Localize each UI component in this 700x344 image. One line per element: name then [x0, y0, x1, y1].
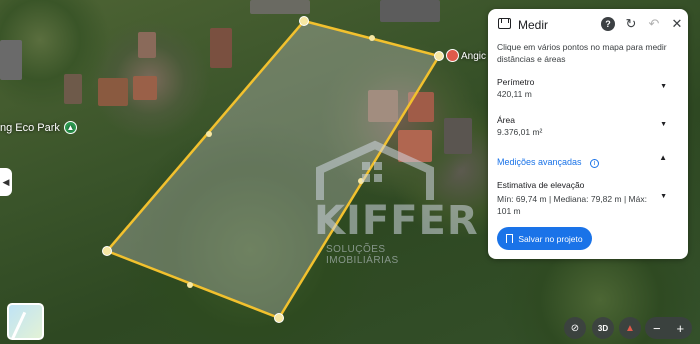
zoom-in-button[interactable]: +: [676, 321, 684, 336]
map-type-thumbnail[interactable]: [7, 303, 44, 340]
elevation-section[interactable]: Estimativa de elevação Mín: 69,74 m | Me…: [497, 180, 679, 217]
undo-icon[interactable]: ↶: [647, 16, 661, 31]
bookmark-icon: [506, 234, 514, 243]
caret-down-icon[interactable]: ▼: [660, 121, 667, 128]
collapse-panel-button[interactable]: ◀: [0, 168, 12, 196]
zoom-controls: − +: [645, 317, 692, 339]
zoom-out-button[interactable]: −: [653, 321, 661, 336]
midpoint-handle[interactable]: [206, 131, 212, 137]
help-icon[interactable]: ?: [601, 17, 615, 31]
measure-panel: Medir ? ↻ ↶ ✕ Clique em vários pontos no…: [488, 9, 688, 259]
refresh-icon[interactable]: ↻: [624, 16, 638, 31]
compass-off-button[interactable]: ⊘: [564, 317, 586, 339]
view-3d-button[interactable]: 3D: [592, 317, 614, 339]
caret-down-icon[interactable]: ▼: [660, 83, 667, 90]
elevation-value: Mín: 69,74 m | Mediana: 79,82 m | Máx: 1…: [497, 194, 647, 216]
place-label[interactable]: Angic: [461, 51, 486, 62]
save-button-label: Salvar no projeto: [518, 233, 583, 244]
compass-button[interactable]: ▲: [619, 317, 641, 339]
perimeter-label: Perímetro: [497, 77, 535, 87]
vertex-handle[interactable]: [102, 246, 112, 256]
place-pin-icon[interactable]: [446, 49, 459, 62]
perimeter-value: 420,11 m: [497, 89, 532, 99]
close-icon[interactable]: ✕: [670, 16, 684, 31]
area-section[interactable]: Área 9.376,01 m² ▼: [497, 115, 679, 137]
caret-down-icon[interactable]: ▼: [660, 193, 667, 200]
vertex-handle[interactable]: [434, 51, 444, 61]
compass-disabled-icon: ⊘: [570, 322, 580, 334]
ruler-icon: [498, 18, 511, 29]
panel-header: Medir ? ↻ ↶ ✕: [488, 9, 688, 41]
park-label-text: ng Eco Park: [0, 121, 60, 134]
chevron-up-icon[interactable]: ▲: [659, 153, 667, 162]
advanced-measurements-toggle[interactable]: Medições avançadas i ▲: [497, 152, 679, 170]
view-3d-label: 3D: [597, 323, 609, 333]
elevation-label: Estimativa de elevação: [497, 180, 585, 190]
area-outline[interactable]: [104, 19, 441, 320]
perimeter-section[interactable]: Perímetro 420,11 m ▼: [497, 77, 679, 99]
advanced-measurements-label: Medições avançadas: [497, 157, 582, 167]
panel-title: Medir: [518, 18, 549, 32]
midpoint-handle[interactable]: [187, 282, 193, 288]
save-to-project-button[interactable]: Salvar no projeto: [497, 227, 592, 250]
chevron-left-icon: ◀: [2, 176, 10, 187]
area-label: Área: [497, 115, 515, 125]
park-pin-icon[interactable]: ▲: [63, 121, 77, 134]
vertex-handle[interactable]: [299, 16, 309, 26]
area-value: 9.376,01 m²: [497, 127, 543, 137]
compass-icon: ▲: [625, 322, 635, 334]
midpoint-handle[interactable]: [358, 178, 364, 184]
measure-instructions: Clique em vários pontos no mapa para med…: [497, 42, 667, 64]
vertex-handle[interactable]: [274, 313, 284, 323]
minimap-road: [10, 311, 27, 338]
park-place-label[interactable]: ng Eco Park ▲: [0, 121, 77, 134]
info-icon[interactable]: i: [590, 159, 600, 168]
midpoint-handle[interactable]: [369, 35, 375, 41]
